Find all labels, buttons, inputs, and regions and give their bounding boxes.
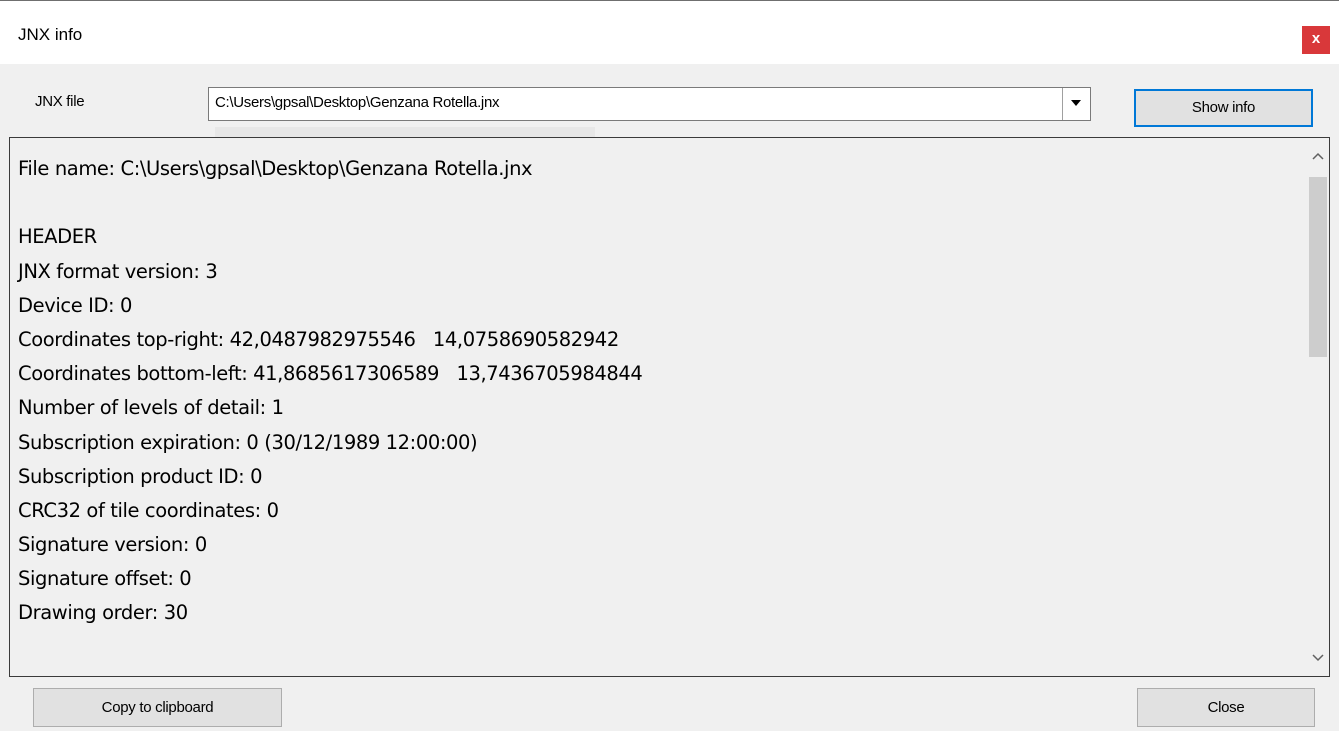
info-line: File name: C:\Users\gpsal\Desktop\Genzan… [18,157,533,180]
info-line: Subscription expiration: 0 (30/12/1989 1… [18,430,478,454]
scroll-down-button[interactable] [1307,642,1329,676]
show-info-button[interactable]: Show info [1134,89,1313,127]
jnx-file-combobox[interactable]: C:\Users\gpsal\Desktop\Genzana Rotella.j… [208,87,1091,121]
hidden-button-ghost [215,127,595,137]
info-line: Drawing order: 30 [18,601,188,625]
title-bar: JNX info x [0,1,1339,64]
vertical-scrollbar[interactable] [1307,138,1329,676]
info-line: CRC32 of tile coordinates: 0 [18,498,279,522]
chevron-up-icon [1312,152,1324,160]
chevron-down-icon [1312,654,1324,662]
scroll-up-button[interactable] [1307,138,1329,172]
info-text-content: File name: C:\Users\gpsal\Desktop\Genzan… [18,152,643,631]
triangle-down-icon [1071,100,1081,106]
info-line: Coordinates bottom-left: 41,868561730658… [18,362,643,386]
copy-to-clipboard-button[interactable]: Copy to clipboard [33,688,282,727]
close-window-button[interactable]: x [1302,26,1330,54]
jnx-info-dialog: JNX info x JNX file C:\Users\gpsal\Deskt… [0,0,1339,731]
scroll-thumb[interactable] [1309,177,1327,357]
info-line: Signature version: 0 [18,533,207,557]
info-line [18,186,642,220]
info-line: Number of levels of detail: 1 [18,396,284,420]
info-line: JNX format version: 3 [18,259,218,283]
window-title: JNX info [18,25,83,44]
info-line: Coordinates top-right: 42,0487982975546 … [18,327,619,351]
jnx-file-label: JNX file [35,93,85,110]
info-textarea[interactable]: File name: C:\Users\gpsal\Desktop\Genzan… [9,137,1330,677]
info-line: Subscription product ID: 0 [18,464,263,488]
info-line: Signature offset: 0 [18,567,192,591]
dropdown-button[interactable] [1062,88,1090,120]
info-line: Device ID: 0 [18,293,133,317]
info-line: HEADER [18,225,97,249]
jnx-file-path[interactable]: C:\Users\gpsal\Desktop\Genzana Rotella.j… [215,94,500,111]
close-button[interactable]: Close [1137,688,1315,727]
